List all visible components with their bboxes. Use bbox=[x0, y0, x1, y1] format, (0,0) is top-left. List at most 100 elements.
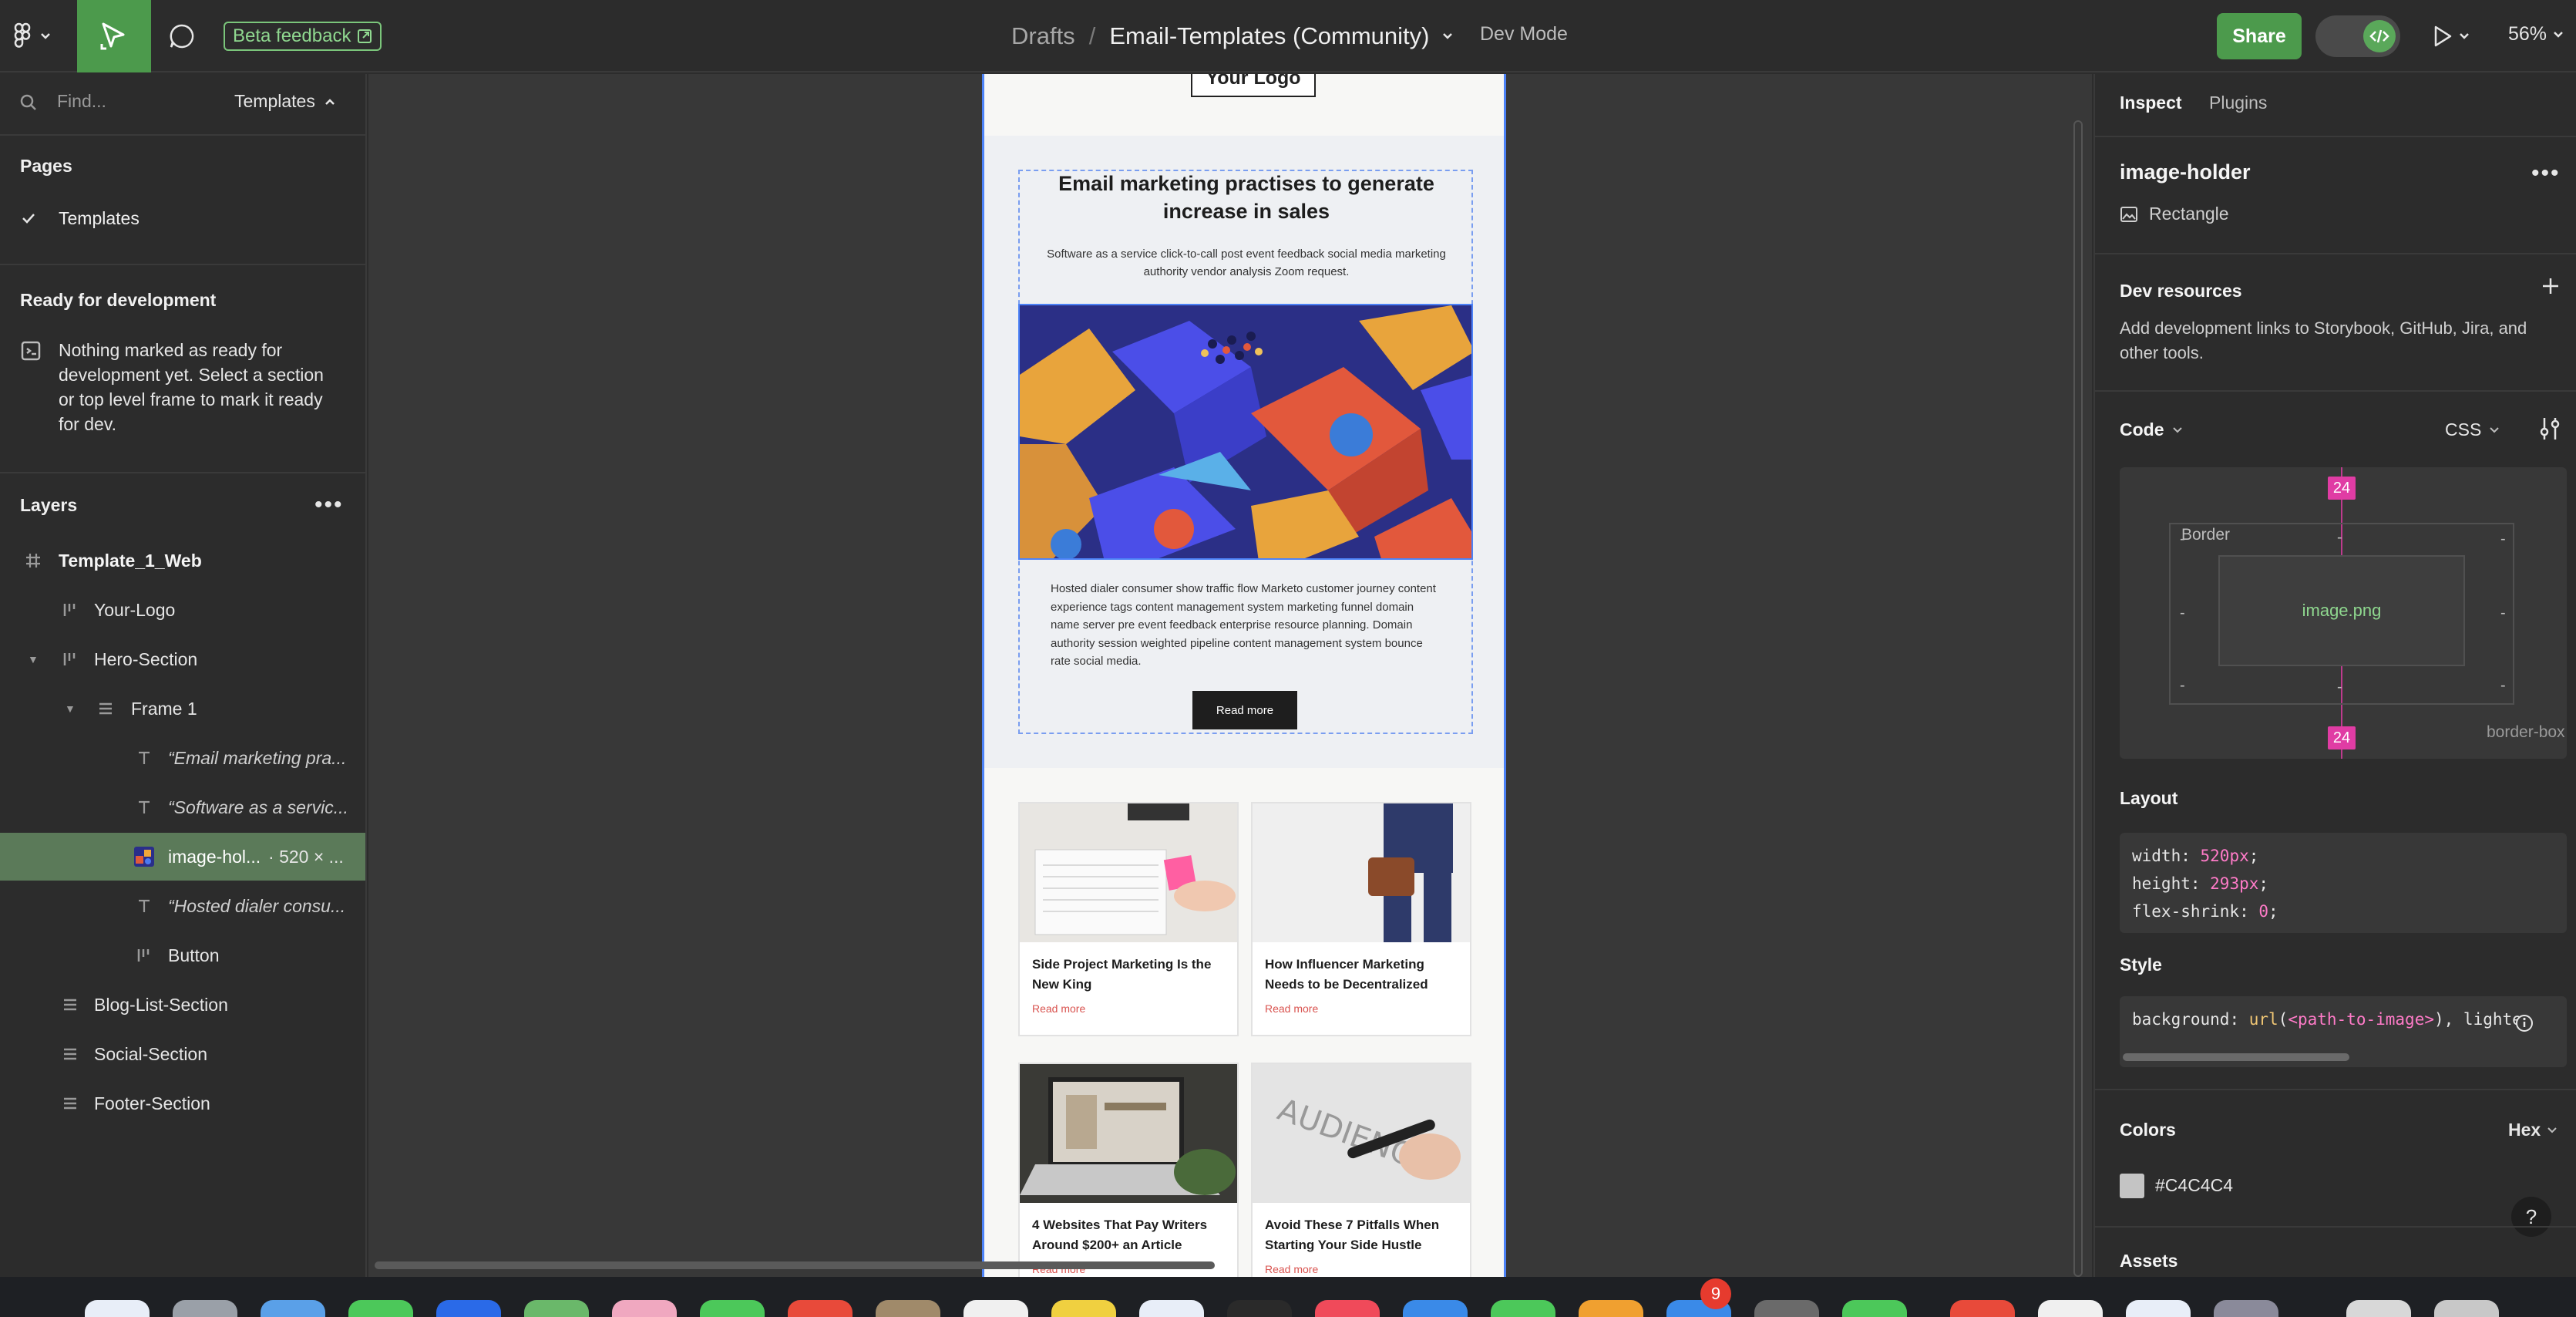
layer-row-frame-1[interactable]: ▼ Frame 1 bbox=[0, 685, 365, 733]
code-settings-icon[interactable] bbox=[2539, 416, 2561, 441]
layer-row-footer-section[interactable]: Footer-Section bbox=[0, 1080, 365, 1127]
macos-dock: 9 bbox=[0, 1277, 2576, 1317]
blog-card-read-more[interactable]: Read more bbox=[1265, 1002, 1318, 1015]
box-model-diagram: Border image.png 24 24 - - - - - - - - b… bbox=[2120, 467, 2567, 759]
dev-resources-heading: Dev resources bbox=[2120, 281, 2242, 301]
image-holder[interactable] bbox=[1018, 304, 1473, 560]
dock-app-icon[interactable] bbox=[2214, 1300, 2278, 1317]
dock-app-icon[interactable] bbox=[261, 1300, 325, 1317]
layer-row-text-email-marketing[interactable]: “Email marketing pra... bbox=[0, 734, 365, 782]
main-menu-button[interactable] bbox=[14, 17, 63, 56]
trash-icon[interactable] bbox=[2434, 1300, 2499, 1317]
border-right-value: - bbox=[2500, 605, 2506, 621]
dock-app-icon[interactable] bbox=[1950, 1300, 2015, 1317]
blog-card-read-more[interactable]: Read more bbox=[1265, 1263, 1318, 1275]
horizontal-scrollbar[interactable] bbox=[375, 1261, 1215, 1269]
dock-app-icon[interactable] bbox=[788, 1300, 853, 1317]
tab-plugins[interactable]: Plugins bbox=[2209, 93, 2267, 113]
dock-app-icon[interactable] bbox=[876, 1300, 940, 1317]
selected-layer-name: image-holder bbox=[2120, 160, 2251, 184]
code-scrollbar[interactable] bbox=[2123, 1053, 2349, 1061]
layer-row-text-software[interactable]: “Software as a servic... bbox=[0, 783, 365, 831]
dock-app-icon[interactable] bbox=[1051, 1300, 1116, 1317]
dock-app-icon[interactable] bbox=[700, 1300, 765, 1317]
left-sidebar: Find... Templates Pages Templates Ready … bbox=[0, 74, 367, 1277]
dock-app-icon[interactable] bbox=[1227, 1300, 1292, 1317]
dock-app-icon[interactable] bbox=[1754, 1300, 1819, 1317]
dock-app-icon[interactable] bbox=[1842, 1300, 1907, 1317]
dock-app-icon[interactable] bbox=[612, 1300, 677, 1317]
layer-row-blog-list-section[interactable]: Blog-List-Section bbox=[0, 981, 365, 1029]
dock-folder-icon[interactable] bbox=[2346, 1300, 2411, 1317]
page-item-templates[interactable]: Templates bbox=[0, 200, 367, 237]
dock-app-icon[interactable] bbox=[963, 1300, 1028, 1317]
hero-read-more-button[interactable]: Read more bbox=[1192, 691, 1297, 729]
layer-row-text-hosted-dialer[interactable]: “Hosted dialer consu... bbox=[0, 882, 365, 930]
expand-arrow-icon[interactable]: ▼ bbox=[65, 702, 76, 715]
layer-row-your-logo[interactable]: Your-Logo bbox=[0, 586, 365, 634]
info-icon[interactable] bbox=[2514, 1013, 2534, 1033]
present-button[interactable] bbox=[2433, 19, 2479, 54]
style-code-block[interactable]: background: url(<path-to-image>), lighte bbox=[2120, 996, 2567, 1067]
color-hex-value[interactable]: #C4C4C4 bbox=[2155, 1175, 2233, 1196]
dock-app-icon[interactable] bbox=[1139, 1300, 1204, 1317]
hero-body-text[interactable]: Hosted dialer consumer show traffic flow… bbox=[1051, 580, 1444, 671]
blog-card-read-more[interactable]: Read more bbox=[1032, 1002, 1085, 1015]
layout-code-block[interactable]: width: 520px; height: 293px; flex-shrink… bbox=[2120, 833, 2567, 933]
box-model-border-label: Border bbox=[2181, 526, 2231, 544]
blog-card[interactable]: How Influencer Marketing Needs to be Dec… bbox=[1251, 802, 1471, 1036]
share-button[interactable]: Share bbox=[2217, 13, 2302, 59]
breadcrumb-drafts-link[interactable]: Drafts bbox=[1011, 22, 1075, 50]
add-dev-resource-button[interactable] bbox=[2541, 276, 2561, 296]
dock-app-icon[interactable] bbox=[524, 1300, 589, 1317]
dock-app-icon[interactable] bbox=[348, 1300, 413, 1317]
vertical-layout-icon bbox=[96, 699, 116, 719]
comment-bubble-icon bbox=[168, 22, 196, 50]
help-button[interactable]: ? bbox=[2511, 1197, 2551, 1237]
code-section-toggle[interactable]: Code bbox=[2120, 419, 2183, 440]
file-name-button[interactable]: Email-Templates (Community) bbox=[1109, 22, 1429, 50]
color-format-select[interactable]: Hex bbox=[2508, 1120, 2558, 1140]
dock-app-icon[interactable] bbox=[1403, 1300, 1468, 1317]
chevron-down-icon[interactable] bbox=[1441, 32, 1454, 41]
color-swatch[interactable] bbox=[2120, 1174, 2144, 1198]
layer-label: image-hol... bbox=[168, 846, 261, 867]
blog-card[interactable]: 4 Websites That Pay Writers Around $200+… bbox=[1018, 1063, 1239, 1277]
layer-row-social-section[interactable]: Social-Section bbox=[0, 1030, 365, 1078]
blog-card[interactable]: AUDIENCE Avoid These 7 Pitfalls When Sta… bbox=[1251, 1063, 1471, 1277]
dock-app-icon[interactable] bbox=[1315, 1300, 1380, 1317]
dock-app-icon[interactable] bbox=[2126, 1300, 2191, 1317]
tab-inspect[interactable]: Inspect bbox=[2120, 93, 2182, 113]
find-input[interactable]: Find... bbox=[57, 91, 106, 112]
dock-app-icon[interactable] bbox=[173, 1300, 237, 1317]
dock-app-icon[interactable] bbox=[436, 1300, 501, 1317]
vertical-scrollbar[interactable] bbox=[2073, 120, 2083, 1277]
layer-row-image-holder[interactable]: image-hol... · 520 × ... bbox=[0, 833, 365, 881]
hero-title[interactable]: Email marketing practises to generate in… bbox=[1054, 170, 1439, 225]
layer-row-template-1-web[interactable]: Template_1_Web bbox=[0, 537, 365, 584]
code-language-select[interactable]: CSS bbox=[2445, 419, 2500, 440]
dock-app-icon[interactable] bbox=[1491, 1300, 1555, 1317]
design-canvas[interactable]: Your Logo Email marketing practises to g… bbox=[368, 74, 2092, 1277]
page-select[interactable]: Templates bbox=[234, 91, 335, 112]
move-tool-button[interactable] bbox=[77, 0, 151, 72]
layer-label: Footer-Section bbox=[94, 1093, 210, 1113]
blog-card[interactable]: Side Project Marketing Is the New King R… bbox=[1018, 802, 1239, 1036]
dock-app-icon[interactable] bbox=[85, 1300, 150, 1317]
more-options-icon[interactable]: ••• bbox=[314, 492, 344, 518]
text-icon bbox=[134, 748, 154, 768]
dock-app-icon[interactable] bbox=[2038, 1300, 2103, 1317]
comment-tool-button[interactable] bbox=[160, 17, 203, 56]
dev-mode-toggle[interactable] bbox=[2315, 15, 2400, 57]
more-options-icon[interactable]: ••• bbox=[2531, 160, 2561, 187]
your-logo[interactable]: Your Logo bbox=[1191, 74, 1316, 97]
dock-app-icon[interactable] bbox=[1579, 1300, 1643, 1317]
layer-row-hero-section[interactable]: ▼ Hero-Section bbox=[0, 635, 365, 683]
zoom-menu[interactable]: 56% bbox=[2508, 23, 2564, 45]
layer-row-button[interactable]: Button bbox=[0, 931, 365, 979]
hero-subtitle[interactable]: Software as a service click-to-call post… bbox=[1046, 245, 1447, 281]
beta-feedback-link[interactable]: Beta feedback bbox=[224, 22, 382, 51]
email-template-frame[interactable]: Your Logo Email marketing practises to g… bbox=[982, 74, 1506, 1277]
expand-arrow-icon[interactable]: ▼ bbox=[28, 653, 39, 665]
divider bbox=[2095, 1226, 2576, 1228]
